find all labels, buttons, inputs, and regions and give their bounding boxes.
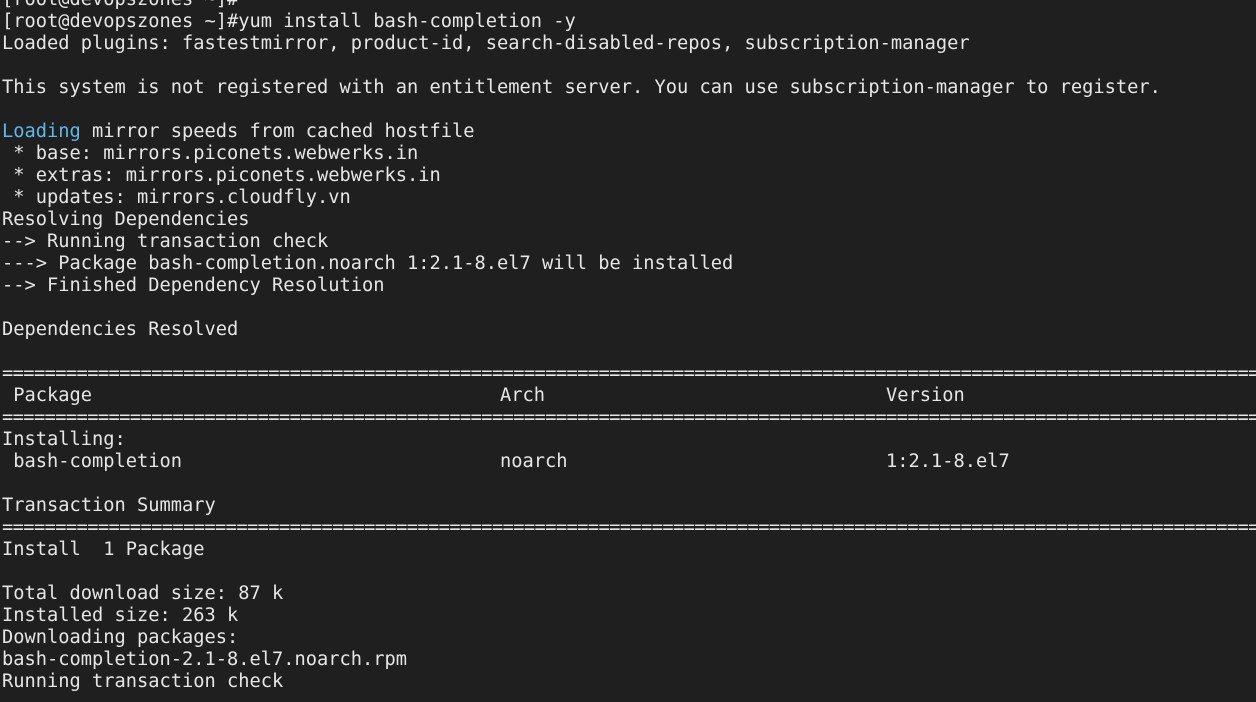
package-install-line: ---> Package bash-completion.noarch 1:2.… [2, 253, 734, 274]
terminal-window[interactable]: [root@devopszones ~]# [root@devopszones … [0, 0, 1256, 702]
running-check-line: --> Running transaction check [2, 231, 329, 252]
table-row: bash-completion noarch 1:2.1-8.el7 [2, 451, 1256, 473]
installed-size-line: Installed size: 263 k [2, 605, 239, 626]
header-arch: Arch [500, 385, 546, 406]
table-top-rule: ========================================… [2, 363, 1256, 384]
mirror-extras-line: * extras: mirrors.piconets.webwerks.in [2, 165, 441, 186]
downloading-line: Downloading packages: [2, 627, 239, 648]
transaction-summary-line: Transaction Summary [2, 495, 216, 516]
terminal-output: [root@devopszones ~]# [root@devopszones … [2, 0, 1256, 693]
registration-notice-line: This system is not registered with an en… [2, 77, 1161, 98]
running-check-final-line: Running transaction check [2, 671, 284, 692]
loading-rest: mirror speeds from cached hostfile [80, 121, 475, 142]
header-package: Package [2, 385, 93, 406]
dependencies-resolved-line: Dependencies Resolved [2, 319, 239, 340]
loading-mirrors-line: Loading mirror speeds from cached hostfi… [2, 121, 1256, 143]
download-size-line: Total download size: 87 k [2, 583, 284, 604]
finished-resolution-line: --> Finished Dependency Resolution [2, 275, 385, 296]
cell-arch: noarch [500, 451, 568, 472]
mirror-base-line: * base: mirrors.piconets.webwerks.in [2, 143, 419, 164]
table-header-rule: ========================================… [2, 407, 1256, 428]
rpm-file-line: bash-completion-2.1-8.el7.noarch.rpm [2, 649, 408, 670]
resolving-line: Resolving Dependencies [2, 209, 250, 230]
table-header-row: Package Arch Version [2, 385, 1256, 407]
cell-version: 1:2.1-8.el7 [886, 451, 1010, 472]
install-count-line: Install 1 Package [2, 539, 205, 560]
header-version: Version [886, 385, 965, 406]
summary-rule: ========================================… [2, 517, 1256, 538]
previous-prompt-line: [root@devopszones ~]# [2, 0, 1256, 11]
cell-package: bash-completion [2, 451, 183, 472]
command-line: [root@devopszones ~]#yum install bash-co… [2, 11, 576, 32]
loading-highlight: Loading [2, 121, 81, 142]
installing-section-line: Installing: [2, 429, 126, 450]
mirror-updates-line: * updates: mirrors.cloudfly.vn [2, 187, 351, 208]
plugins-line: Loaded plugins: fastestmirror, product-i… [2, 33, 970, 54]
